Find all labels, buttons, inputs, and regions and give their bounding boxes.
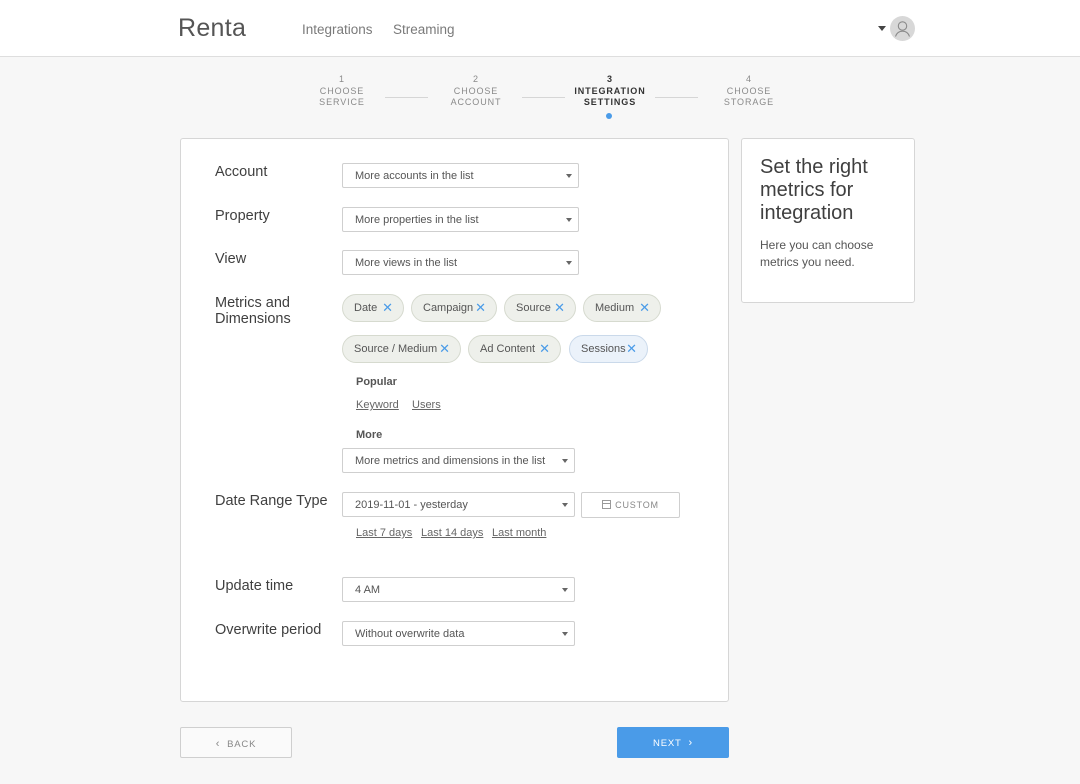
nav-integrations[interactable]: Integrations [302, 22, 373, 37]
metric-chip-sessions[interactable]: Sessions ✕ [569, 335, 648, 363]
more-metrics-select[interactable]: More metrics and dimensions in the list [342, 448, 575, 473]
quick-range-last-7-days[interactable]: Last 7 days [356, 527, 412, 539]
next-button[interactable]: NEXT › [617, 727, 729, 758]
help-card: Set the right metrics for integration He… [741, 138, 915, 303]
property-label: Property [215, 208, 270, 224]
view-label: View [215, 251, 247, 267]
overwrite-period-select[interactable]: Without overwrite data [342, 621, 575, 646]
chevron-down-icon [566, 174, 572, 178]
close-icon[interactable]: ✕ [554, 301, 565, 314]
help-title: Set the right metrics for integration [760, 156, 868, 224]
chevron-down-icon [562, 503, 568, 507]
date-range-select-value: 2019-11-01 - yesterday [355, 499, 468, 511]
active-step-indicator [606, 113, 612, 119]
metric-chip-campaign[interactable]: Campaign ✕ [411, 294, 497, 322]
metric-chip-source-medium[interactable]: Source / Medium ✕ [342, 335, 461, 363]
date-range-label: Date Range Type [215, 493, 328, 509]
custom-date-button[interactable]: CUSTOM [581, 492, 680, 518]
account-select-value: More accounts in the list [355, 170, 474, 182]
step-choose-storage[interactable]: 4 CHOOSE STORAGE [694, 74, 804, 109]
quick-range-last-month[interactable]: Last month [492, 527, 546, 539]
close-icon[interactable]: ✕ [639, 301, 650, 314]
chevron-right-icon: › [688, 737, 693, 749]
step-connector [655, 97, 698, 98]
popular-link-users[interactable]: Users [412, 399, 441, 411]
date-range-select[interactable]: 2019-11-01 - yesterday [342, 492, 575, 517]
close-icon[interactable]: ✕ [539, 342, 550, 355]
metric-chip-medium[interactable]: Medium ✕ [583, 294, 661, 322]
close-icon[interactable]: ✕ [475, 301, 486, 314]
account-select[interactable]: More accounts in the list [342, 163, 579, 188]
overwrite-period-label: Overwrite period [215, 622, 322, 638]
chevron-down-icon [566, 261, 572, 265]
chevron-down-icon [562, 632, 568, 636]
user-avatar[interactable] [890, 16, 915, 41]
property-select-value: More properties in the list [355, 214, 479, 226]
metric-chip-source[interactable]: Source ✕ [504, 294, 576, 322]
overwrite-period-select-value: Without overwrite data [355, 628, 465, 640]
metric-chip-ad-content[interactable]: Ad Content ✕ [468, 335, 561, 363]
property-select[interactable]: More properties in the list [342, 207, 579, 232]
step-choose-account[interactable]: 2 CHOOSE ACCOUNT [421, 74, 531, 109]
top-bar: Renta Integrations Streaming [0, 0, 1080, 57]
chevron-left-icon: ‹ [215, 738, 221, 750]
chevron-down-icon [562, 459, 568, 463]
update-time-select[interactable]: 4 AM [342, 577, 575, 602]
account-label: Account [215, 164, 268, 180]
integration-settings-card: Account More accounts in the list Proper… [180, 138, 729, 702]
nav-streaming[interactable]: Streaming [393, 22, 455, 37]
more-heading: More [356, 429, 383, 441]
back-button[interactable]: ‹ BACK [180, 727, 292, 758]
view-select-value: More views in the list [355, 257, 458, 269]
more-metrics-select-value: More metrics and dimensions in the list [355, 455, 546, 467]
chevron-down-icon [566, 218, 572, 222]
metrics-label: Metrics and Dimensions [215, 295, 291, 327]
popular-link-keyword[interactable]: Keyword [356, 399, 399, 411]
user-icon [894, 21, 911, 37]
chevron-down-icon [562, 588, 568, 592]
user-menu-caret-icon[interactable] [878, 26, 886, 31]
close-icon[interactable]: ✕ [382, 301, 393, 314]
app-logo[interactable]: Renta [178, 14, 246, 43]
close-icon[interactable]: ✕ [439, 342, 450, 355]
step-integration-settings[interactable]: 3 INTEGRATION SETTINGS [555, 74, 665, 109]
quick-range-last-14-days[interactable]: Last 14 days [421, 527, 483, 539]
help-text: Here you can choose metrics you need. [760, 238, 874, 269]
step-choose-service[interactable]: 1 CHOOSE SERVICE [287, 74, 397, 109]
view-select[interactable]: More views in the list [342, 250, 579, 275]
metric-chip-date[interactable]: Date ✕ [342, 294, 404, 322]
calendar-icon [602, 500, 612, 509]
update-time-label: Update time [215, 578, 294, 594]
update-time-select-value: 4 AM [355, 584, 381, 596]
popular-heading: Popular [356, 376, 397, 388]
close-icon[interactable]: ✕ [626, 342, 637, 355]
